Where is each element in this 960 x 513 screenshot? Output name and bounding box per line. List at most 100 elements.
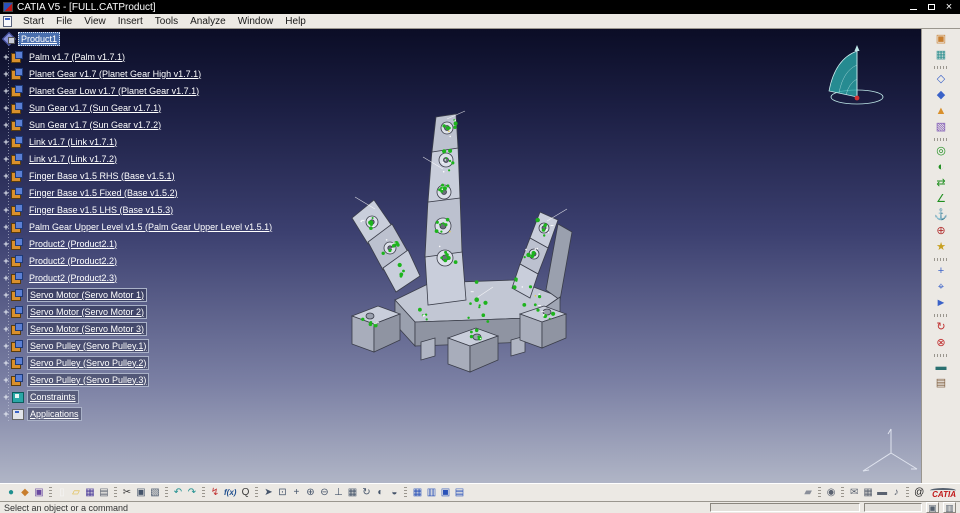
fix-together-icon[interactable]: ⊕ — [933, 224, 949, 239]
tree-item-label[interactable]: Servo Motor (Servo Motor 2) — [27, 304, 148, 319]
tree-item-label[interactable]: Servo Pulley (Servo Pulley.1) — [27, 338, 150, 353]
clash-analysis-icon[interactable]: ⊗ — [933, 336, 949, 351]
collaboration-icon[interactable]: ♪ — [889, 486, 903, 500]
fly-mode-icon[interactable]: ➤ — [261, 486, 275, 500]
zoom-in-icon[interactable]: ⊕ — [303, 486, 317, 500]
tree-expander-icon[interactable]: + — [2, 103, 10, 112]
update-assembly-icon[interactable]: ↻ — [933, 320, 949, 335]
session-icon[interactable]: ▥ — [943, 502, 956, 513]
tree-expander-icon[interactable]: + — [2, 205, 10, 214]
product-icon[interactable]: ◆ — [933, 88, 949, 103]
tree-item-label[interactable]: Sun Gear v1.7 (Sun Gear v1.7.1) — [27, 102, 163, 114]
tree-expander-icon[interactable]: + — [2, 409, 10, 418]
menu-file[interactable]: File — [50, 15, 78, 28]
tree-item-label[interactable]: Planet Gear v1.7 (Planet Gear High v1.7.… — [27, 68, 203, 80]
menu-help[interactable]: Help — [279, 15, 312, 28]
copy-icon[interactable]: ▣ — [134, 486, 148, 500]
part-icon[interactable]: ▲ — [933, 104, 949, 119]
storage-icon[interactable]: ▦ — [861, 486, 875, 500]
menu-insert[interactable]: Insert — [112, 15, 149, 28]
macros-icon[interactable]: ◆ — [18, 486, 32, 500]
tree-expander-icon[interactable]: + — [2, 188, 10, 197]
tree-expander-icon[interactable]: + — [2, 69, 10, 78]
compass[interactable] — [815, 41, 895, 111]
save-icon[interactable]: ▦ — [83, 486, 97, 500]
tree-item-label[interactable]: Finger Base v1.5 LHS (Base v1.5.3) — [27, 204, 175, 216]
snap-icon[interactable]: ⌖ — [933, 280, 949, 295]
tree-item-label[interactable]: Constraints — [27, 389, 79, 404]
fit-all-icon[interactable]: ⊡ — [275, 486, 289, 500]
tree-expander-icon[interactable]: + — [2, 256, 10, 265]
existing-component-icon[interactable]: ▧ — [933, 120, 949, 135]
tree-expander-icon[interactable]: + — [2, 324, 10, 333]
tree-item-label[interactable]: Finger Base v1.5 Fixed (Base v1.5.2) — [27, 187, 180, 199]
tree-item-label[interactable]: Finger Base v1.5 RHS (Base v1.5.1) — [27, 170, 177, 182]
close-button[interactable]: × — [941, 1, 957, 13]
menu-window[interactable]: Window — [232, 15, 280, 28]
tree-item-label[interactable]: Sun Gear v1.7 (Sun Gear v1.7.2) — [27, 119, 163, 131]
tree-expander-icon[interactable]: + — [2, 137, 10, 146]
tree-expander-icon[interactable]: + — [2, 307, 10, 316]
minimize-button[interactable] — [905, 1, 921, 13]
eraser-icon[interactable]: ▰ — [801, 486, 815, 500]
new-document-icon[interactable]: ▯ — [55, 486, 69, 500]
tree-item-label[interactable]: Link v1.7 (Link v1.7.2) — [27, 153, 119, 165]
at-icon[interactable]: @ — [912, 486, 926, 500]
tree-item-label[interactable]: Palm Gear Upper Level v1.5 (Palm Gear Up… — [27, 221, 274, 233]
print-icon[interactable]: ▤ — [97, 486, 111, 500]
tree-expander-icon[interactable]: + — [2, 120, 10, 129]
menu-view[interactable]: View — [78, 15, 112, 28]
dialog-value-field[interactable] — [864, 503, 922, 512]
redo-icon[interactable]: ↷ — [185, 486, 199, 500]
tree-expander-icon[interactable]: + — [2, 52, 10, 61]
coincidence-constraint-icon[interactable]: ◎ — [933, 144, 949, 159]
measure-tool-icon[interactable]: ▬ — [875, 486, 889, 500]
tree-item-label[interactable]: Palm v1.7 (Palm v1.7.1) — [27, 51, 127, 63]
tree-expander-icon[interactable]: + — [2, 86, 10, 95]
annotations-icon[interactable]: ▤ — [933, 376, 949, 391]
tree-expander-icon[interactable]: + — [2, 273, 10, 282]
menu-start[interactable]: Start — [17, 15, 50, 28]
contact-constraint-icon[interactable]: ◐ — [933, 160, 949, 175]
manipulation-icon[interactable]: + — [933, 264, 949, 279]
zoom-out-icon[interactable]: ⊖ — [317, 486, 331, 500]
tree-item-label[interactable]: Servo Motor (Servo Motor 1) — [27, 287, 148, 302]
hide-show-icon[interactable]: ◒ — [387, 486, 401, 500]
tree-root-label[interactable]: Product1 — [18, 31, 61, 46]
tree-item-label[interactable]: Servo Pulley (Servo Pulley.2) — [27, 355, 150, 370]
views-icon[interactable]: ▥ — [424, 486, 438, 500]
sticky-pad-icon[interactable]: ▣ — [933, 32, 949, 47]
undo-icon[interactable]: ↶ — [171, 486, 185, 500]
grid-icon[interactable]: ▦ — [410, 486, 424, 500]
search-icon[interactable]: Q — [238, 486, 252, 500]
power-input-field[interactable] — [710, 503, 860, 512]
quick-constraint-icon[interactable]: ★ — [933, 240, 949, 255]
menu-analyze[interactable]: Analyze — [184, 15, 232, 28]
smart-move-icon[interactable]: ► — [933, 296, 949, 311]
tree-expander-icon[interactable]: + — [2, 392, 10, 401]
component-icon[interactable]: ◇ — [933, 72, 949, 87]
multi-view-icon[interactable]: ▦ — [345, 486, 359, 500]
menu-tools[interactable]: Tools — [149, 15, 184, 28]
tree-item-label[interactable]: Product2 (Product2.2) — [27, 255, 119, 267]
tree-item-label[interactable]: Planet Gear Low v1.7 (Planet Gear v1.7.1… — [27, 85, 201, 97]
offset-constraint-icon[interactable]: ⇄ — [933, 176, 949, 191]
tree-item-label[interactable]: Link v1.7 (Link v1.7.1) — [27, 136, 119, 148]
angle-constraint-icon[interactable]: ∠ — [933, 192, 949, 207]
pan-icon[interactable]: + — [289, 486, 303, 500]
web-icon[interactable]: ◉ — [824, 486, 838, 500]
tree-item-label[interactable]: Product2 (Product2.3) — [27, 272, 119, 284]
shading-mode-icon[interactable]: ◐ — [373, 486, 387, 500]
mail-icon[interactable]: ✉ — [847, 486, 861, 500]
tree-expander-icon[interactable]: + — [2, 290, 10, 299]
tree-expander-icon[interactable]: + — [2, 239, 10, 248]
tree-expander-icon[interactable]: + — [2, 222, 10, 231]
normal-view-icon[interactable]: ⊥ — [331, 486, 345, 500]
tree-item-label[interactable]: Servo Pulley (Servo Pulley.3) — [27, 372, 150, 387]
tree-expander-icon[interactable]: + — [2, 154, 10, 163]
tree-expander-icon[interactable]: + — [2, 358, 10, 367]
restore-button[interactable] — [923, 1, 939, 13]
tree-item-label[interactable]: Applications — [27, 406, 82, 421]
tree-expander-icon[interactable]: + — [2, 375, 10, 384]
render-style-icon[interactable]: ▤ — [452, 486, 466, 500]
